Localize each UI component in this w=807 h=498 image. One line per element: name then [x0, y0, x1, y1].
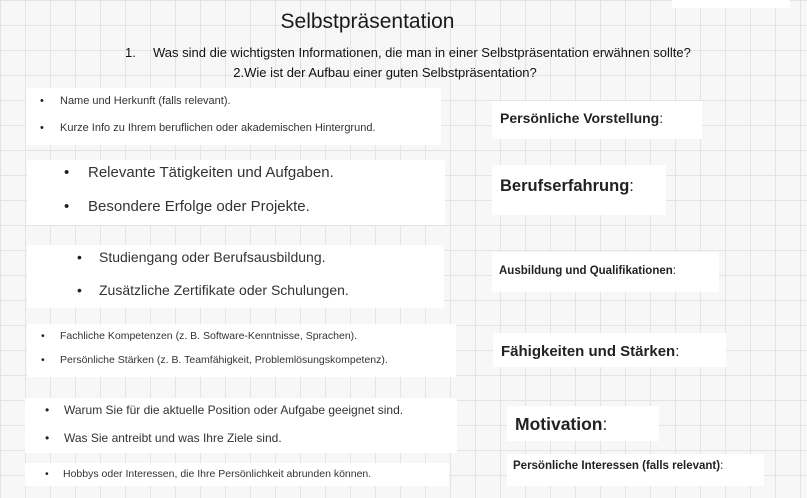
education-box[interactable]: Studiengang oder Berufsausbildung. Zusät… [27, 245, 444, 308]
label-colon: : [629, 177, 634, 195]
label-colon: : [602, 414, 608, 434]
question-1-text: Was sind die wichtigsten Informationen, … [153, 45, 691, 60]
bullet-list: Fachliche Kompetenzen (z. B. Software-Ke… [27, 330, 456, 378]
bullet-list: Name und Herkunft (falls relevant). Kurz… [26, 94, 441, 148]
bullet-list: Relevante Tätigkeiten und Aufgaben. Beso… [27, 163, 445, 231]
label-colon: : [659, 110, 664, 126]
label-colon: : [720, 460, 724, 472]
label-text: Motivation [515, 414, 603, 434]
work-experience-box[interactable]: Relevante Tätigkeiten und Aufgaben. Beso… [27, 160, 445, 225]
label-work-experience[interactable]: Berufserfahrung: [492, 165, 666, 215]
bullet-list: Hobbys oder Interessen, die Ihre Persönl… [25, 468, 449, 481]
top-white-strip [672, 0, 790, 8]
label-education[interactable]: Ausbildung und Qualifikationen: [492, 252, 719, 292]
question-2[interactable]: 2.Wie ist der Aufbau einer guten Selbstp… [0, 65, 770, 80]
list-item: Warum Sie für die aktuelle Position oder… [25, 403, 457, 431]
label-text: Berufserfahrung [500, 177, 630, 195]
bullet-list: Warum Sie für die aktuelle Position oder… [25, 403, 457, 459]
list-item: Persönliche Stärken (z. B. Teamfähigkeit… [27, 354, 456, 378]
page-title[interactable]: Selbstpräsentation [0, 10, 735, 34]
list-item: Studiengang oder Berufsausbildung. [27, 248, 444, 281]
label-text: Persönliche Vorstellung [500, 110, 660, 126]
skills-box[interactable]: Fachliche Kompetenzen (z. B. Software-Ke… [27, 324, 456, 377]
list-item: Hobbys oder Interessen, die Ihre Persönl… [25, 468, 449, 481]
bullet-list: Studiengang oder Berufsausbildung. Zusät… [27, 248, 444, 314]
list-item: Was Sie antreibt und was Ihre Ziele sind… [25, 431, 457, 459]
question-1[interactable]: 1. Was sind die wichtigsten Informationen… [125, 45, 691, 60]
list-item: Fachliche Kompetenzen (z. B. Software-Ke… [27, 330, 456, 354]
label-colon: : [675, 343, 680, 360]
question-1-number: 1. [125, 45, 136, 60]
label-motivation[interactable]: Motivation: [507, 406, 659, 441]
label-text: Ausbildung und Qualifikationen [499, 265, 673, 277]
list-item: Zusätzliche Zertifikate oder Schulungen. [27, 281, 444, 314]
interests-box[interactable]: Hobbys oder Interessen, die Ihre Persönl… [25, 463, 449, 486]
label-interests[interactable]: Persönliche Interessen (falls relevant): [507, 454, 764, 486]
personal-intro-box[interactable]: Name und Herkunft (falls relevant). Kurz… [26, 88, 441, 145]
list-item: Besondere Erfolge oder Projekte. [27, 197, 445, 231]
label-text: Fähigkeiten und Stärken [501, 343, 676, 360]
list-item: Kurze Info zu Ihrem beruflichen oder aka… [26, 121, 441, 148]
label-colon: : [672, 265, 676, 277]
list-item: Name und Herkunft (falls relevant). [26, 94, 441, 121]
motivation-box[interactable]: Warum Sie für die aktuelle Position oder… [25, 398, 457, 453]
list-item: Relevante Tätigkeiten und Aufgaben. [27, 163, 445, 197]
label-personal-intro[interactable]: Persönliche Vorstellung: [492, 101, 702, 139]
label-text: Persönliche Interessen (falls relevant) [513, 460, 721, 472]
label-skills[interactable]: Fähigkeiten und Stärken: [493, 333, 726, 367]
